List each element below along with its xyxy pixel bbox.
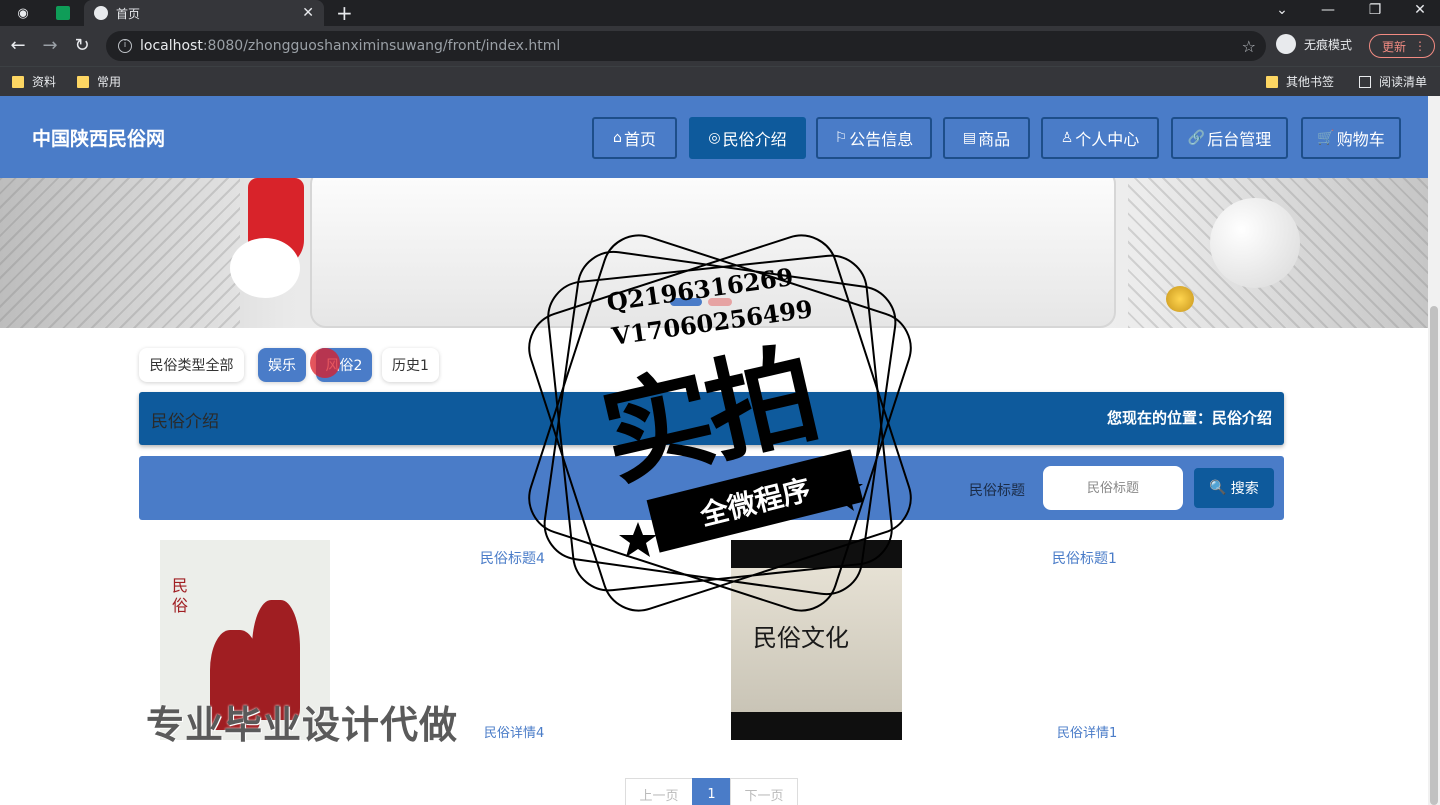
breadcrumb: 您现在的位置：民俗介绍 bbox=[1106, 409, 1272, 427]
card-title-1[interactable]: 民俗标题4 bbox=[480, 548, 545, 568]
filter-entertainment[interactable]: 娱乐 bbox=[258, 348, 306, 382]
scrollbar-thumb[interactable] bbox=[1430, 306, 1438, 805]
nav-personal-center[interactable]: ♙ 个人中心 bbox=[1041, 117, 1159, 159]
carousel-banner[interactable] bbox=[0, 178, 1428, 328]
card-detail-1[interactable]: 民俗详情4 bbox=[484, 722, 544, 741]
reading-list-icon bbox=[1359, 75, 1371, 88]
palette-icon: ◎ bbox=[708, 130, 721, 146]
bell-icon bbox=[1166, 286, 1194, 312]
browser-tab-strip: ◉ 首页 ✕ + ⌄ — ❐ ✕ bbox=[0, 0, 1440, 26]
nav-home[interactable]: ⌂ 首页 bbox=[592, 117, 677, 159]
tab-title: 首页 bbox=[116, 6, 141, 21]
search-button[interactable]: 🔍 搜索 bbox=[1194, 468, 1274, 508]
nav-folk-intro[interactable]: ◎ 民俗介绍 bbox=[689, 117, 806, 159]
incognito-icon bbox=[1276, 34, 1296, 54]
minimize-icon[interactable]: — bbox=[1318, 2, 1338, 18]
back-icon[interactable]: ← bbox=[6, 34, 30, 58]
bookmark-label: 常用 bbox=[97, 75, 122, 89]
incognito-indicator[interactable]: 无痕模式 bbox=[1276, 34, 1352, 54]
site-title: 中国陕西民俗网 bbox=[32, 128, 166, 150]
calendar-icon: ▤ bbox=[962, 130, 977, 146]
section-title: 民俗介绍 bbox=[151, 412, 219, 432]
bookmarks-bar: 资料 常用 其他书签 阅读清单 bbox=[0, 66, 1440, 96]
banner-fern-left bbox=[0, 178, 240, 328]
restore-icon[interactable]: ❐ bbox=[1365, 2, 1385, 18]
incognito-label: 无痕模式 bbox=[1304, 37, 1353, 52]
browser-toolbar: ← → ↻ i localhost:8080/zhongguoshanximin… bbox=[0, 26, 1440, 66]
card-title-2[interactable]: 民俗标题1 bbox=[1052, 548, 1117, 568]
search-input[interactable] bbox=[1043, 466, 1183, 510]
filter-history1[interactable]: 历史1 bbox=[382, 348, 439, 382]
pagination-page-1[interactable]: 1 bbox=[692, 778, 731, 805]
update-button[interactable]: 更新 ⋮ bbox=[1369, 34, 1435, 58]
reading-list-label: 阅读清单 bbox=[1379, 75, 1428, 89]
browser-globe-icon[interactable]: ◉ bbox=[12, 3, 34, 23]
site-info-icon[interactable]: i bbox=[118, 39, 132, 53]
watermark-bottom-text: 专业毕业设计代做 bbox=[146, 703, 459, 747]
nav-label: 后台管理 bbox=[1207, 130, 1272, 149]
filter-all[interactable]: 民俗类型全部 bbox=[139, 348, 244, 382]
bookmark-folder-changyong[interactable]: 常用 bbox=[77, 73, 121, 90]
nav-cart[interactable]: 🛒 购物车 bbox=[1301, 117, 1401, 159]
pagination-prev[interactable]: 上一页 bbox=[625, 778, 693, 805]
home-icon: ⌂ bbox=[613, 130, 622, 146]
reading-list[interactable]: 阅读清单 bbox=[1359, 73, 1427, 90]
nav-admin[interactable]: 🔗 后台管理 bbox=[1171, 117, 1288, 159]
search-button-label: 搜索 bbox=[1230, 481, 1259, 497]
tab-search-icon[interactable]: ⌄ bbox=[1272, 2, 1292, 18]
tab-favicon-icon bbox=[94, 6, 108, 20]
card-detail-2[interactable]: 民俗详情1 bbox=[1057, 722, 1117, 741]
site-header: 中国陕西民俗网 ⌂ 首页 ◎ 民俗介绍 ⚐ 公告信息 ▤ 商品 ♙ 个人中心 🔗 后台管理 … bbox=[0, 96, 1428, 178]
nav-label: 民俗介绍 bbox=[722, 130, 787, 149]
update-label: 更新 bbox=[1382, 39, 1407, 54]
other-bookmarks[interactable]: 其他书签 bbox=[1266, 73, 1334, 90]
search-label: 民俗标题 bbox=[969, 483, 1025, 499]
card-image-1-text: 民俗 bbox=[172, 576, 189, 615]
url-path: :8080/zhongguoshanximinsuwang/front/inde… bbox=[202, 38, 561, 54]
window-close-icon[interactable]: ✕ bbox=[1410, 2, 1430, 18]
click-indicator bbox=[310, 348, 340, 378]
browser-tab-active[interactable]: 首页 ✕ bbox=[84, 0, 324, 26]
new-tab-icon[interactable]: + bbox=[336, 1, 353, 25]
bookmark-star-icon[interactable]: ☆ bbox=[1242, 37, 1256, 56]
url-host: localhost bbox=[140, 38, 203, 54]
card-image-2[interactable]: 民俗文化 bbox=[731, 540, 902, 740]
nav-products[interactable]: ▤ 商品 bbox=[943, 117, 1030, 159]
hat-fur bbox=[230, 238, 300, 298]
user-icon: ♙ bbox=[1060, 130, 1074, 146]
folder-icon bbox=[12, 75, 24, 88]
other-bookmarks-label: 其他书签 bbox=[1286, 75, 1335, 89]
nav-label: 个人中心 bbox=[1075, 130, 1140, 149]
nav-label: 购物车 bbox=[1336, 130, 1385, 149]
bookmark-folder-ziliao[interactable]: 资料 bbox=[12, 73, 56, 90]
address-bar[interactable]: i localhost:8080/zhongguoshanximinsuwang… bbox=[106, 31, 1266, 61]
card-image-2-text: 民俗文化 bbox=[753, 624, 849, 652]
folder-icon bbox=[77, 75, 89, 88]
cart-icon: 🛒 bbox=[1317, 130, 1335, 146]
page-scrollbar[interactable] bbox=[1428, 96, 1440, 805]
bookmark-label: 资料 bbox=[32, 75, 57, 89]
folder-icon bbox=[1266, 75, 1278, 88]
tab-close-icon[interactable]: ✕ bbox=[302, 5, 314, 21]
pagination-next[interactable]: 下一页 bbox=[730, 778, 798, 805]
sheets-tab-icon[interactable] bbox=[52, 3, 74, 23]
flag-icon: ⚐ bbox=[834, 130, 848, 146]
reload-icon[interactable]: ↻ bbox=[70, 34, 94, 58]
bauble-icon bbox=[1210, 198, 1300, 288]
nav-label: 首页 bbox=[623, 130, 656, 149]
nav-label: 公告信息 bbox=[849, 130, 914, 149]
nav-announcements[interactable]: ⚐ 公告信息 bbox=[816, 117, 932, 159]
nav-label: 商品 bbox=[978, 130, 1011, 149]
link-icon: 🔗 bbox=[1187, 130, 1206, 146]
more-menu-icon[interactable]: ⋮ bbox=[1414, 39, 1426, 53]
forward-icon[interactable]: → bbox=[38, 34, 62, 58]
search-icon: 🔍 bbox=[1209, 480, 1227, 496]
